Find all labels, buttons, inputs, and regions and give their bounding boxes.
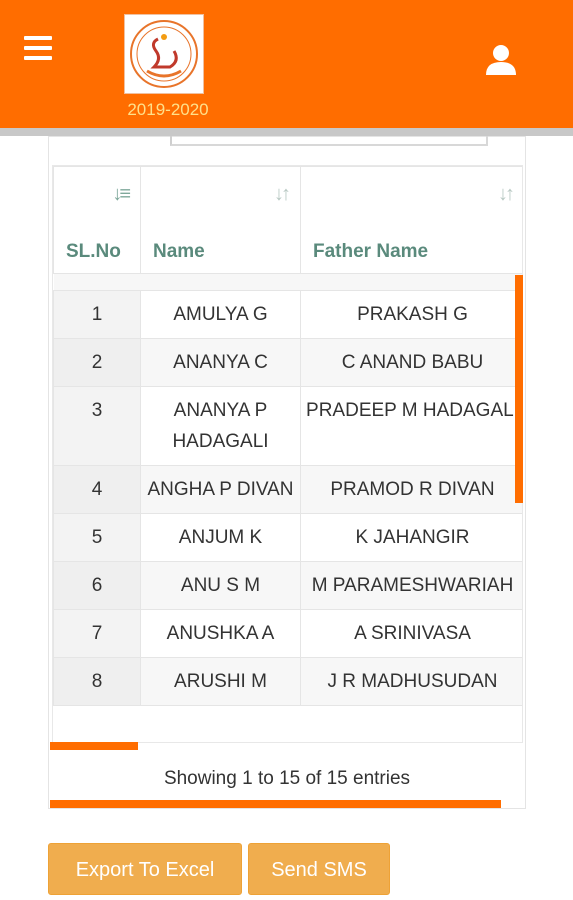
sort-icon: ↓↑ (498, 183, 515, 205)
cell-name: ANANYA C (140, 338, 301, 387)
column-header-father-name[interactable]: ↓↑ Father Name (300, 166, 522, 274)
app-header: 2019-2020 (0, 0, 573, 128)
students-table-container[interactable]: ↓≡ SL.No ↓↑ Name ↓↑ Father Name 1 AMULYA … (52, 165, 523, 743)
students-table: ↓≡ SL.No ↓↑ Name ↓↑ Father Name 1 AMULYA … (53, 166, 522, 706)
cell-name: ANANYA P HADAGALI (140, 386, 301, 466)
table-row: 4 ANGHA P DIVAN PRAMOD R DIVAN (53, 465, 522, 514)
cell-father-name: M PARAMESHWARIAH (300, 561, 522, 610)
cell-slno: 2 (53, 338, 141, 387)
cell-father-name: PRAKASH G (300, 290, 522, 339)
search-field-edge[interactable] (170, 136, 488, 146)
header-shadow (0, 128, 573, 136)
table-row: 3 ANANYA P HADAGALI PRADEEP M HADAGALI (53, 386, 522, 466)
user-icon[interactable] (484, 42, 518, 76)
column-header-name[interactable]: ↓↑ Name (140, 166, 301, 274)
table-info: Showing 1 to 15 of 15 entries (163, 768, 411, 789)
school-logo (124, 14, 204, 94)
cell-father-name: J R MADHUSUDAN (300, 657, 522, 706)
cell-slno: 4 (53, 465, 141, 514)
cell-name: ANUSHKA A (140, 609, 301, 658)
cell-slno: 3 (53, 386, 141, 466)
cell-slno: 1 (53, 290, 141, 339)
hamburger-menu-icon[interactable] (24, 36, 52, 62)
cell-slno: 5 (53, 513, 141, 562)
cell-father-name: A SRINIVASA (300, 609, 522, 658)
send-sms-button[interactable]: Send SMS (248, 843, 390, 895)
cell-slno: 8 (53, 657, 141, 706)
page-horizontal-scrollbar[interactable] (50, 800, 501, 808)
academic-year: 2019-2020 (127, 100, 209, 119)
sort-icon: ↓↑ (274, 183, 291, 205)
vertical-scrollbar[interactable] (515, 275, 523, 503)
cell-slno: 7 (53, 609, 141, 658)
table-row: 8 ARUSHI MJ R MADHUSUDAN (53, 657, 522, 706)
cell-name: ANGHA P DIVAN (140, 465, 301, 514)
table-horizontal-scrollbar[interactable] (50, 742, 138, 750)
cell-father-name: C ANAND BABU (300, 338, 522, 387)
cell-father-name: PRADEEP M HADAGALI (300, 386, 522, 466)
cell-name: ANU S M (140, 561, 301, 610)
cell-father-name: PRAMOD R DIVAN (300, 465, 522, 514)
table-row: 2 ANANYA CC ANAND BABU (53, 338, 522, 387)
table-row: 5 ANJUM KK JAHANGIR (53, 513, 522, 562)
column-header-slno[interactable]: ↓≡ SL.No (53, 166, 141, 274)
cell-name: ANJUM K (140, 513, 301, 562)
sort-ascending-icon: ↓≡ (112, 183, 131, 205)
table-row: 1 AMULYA G PRAKASH G (53, 290, 522, 339)
cell-slno: 6 (53, 561, 141, 610)
cell-father-name: K JAHANGIR (300, 513, 522, 562)
table-row: 7 ANUSHKA AA SRINIVASA (53, 609, 522, 658)
cell-name: AMULYA G (140, 290, 301, 339)
cell-name: ARUSHI M (140, 657, 301, 706)
export-to-excel-button[interactable]: Export To Excel (48, 843, 242, 895)
table-row: 6 ANU S MM PARAMESHWARIAH (53, 561, 522, 610)
